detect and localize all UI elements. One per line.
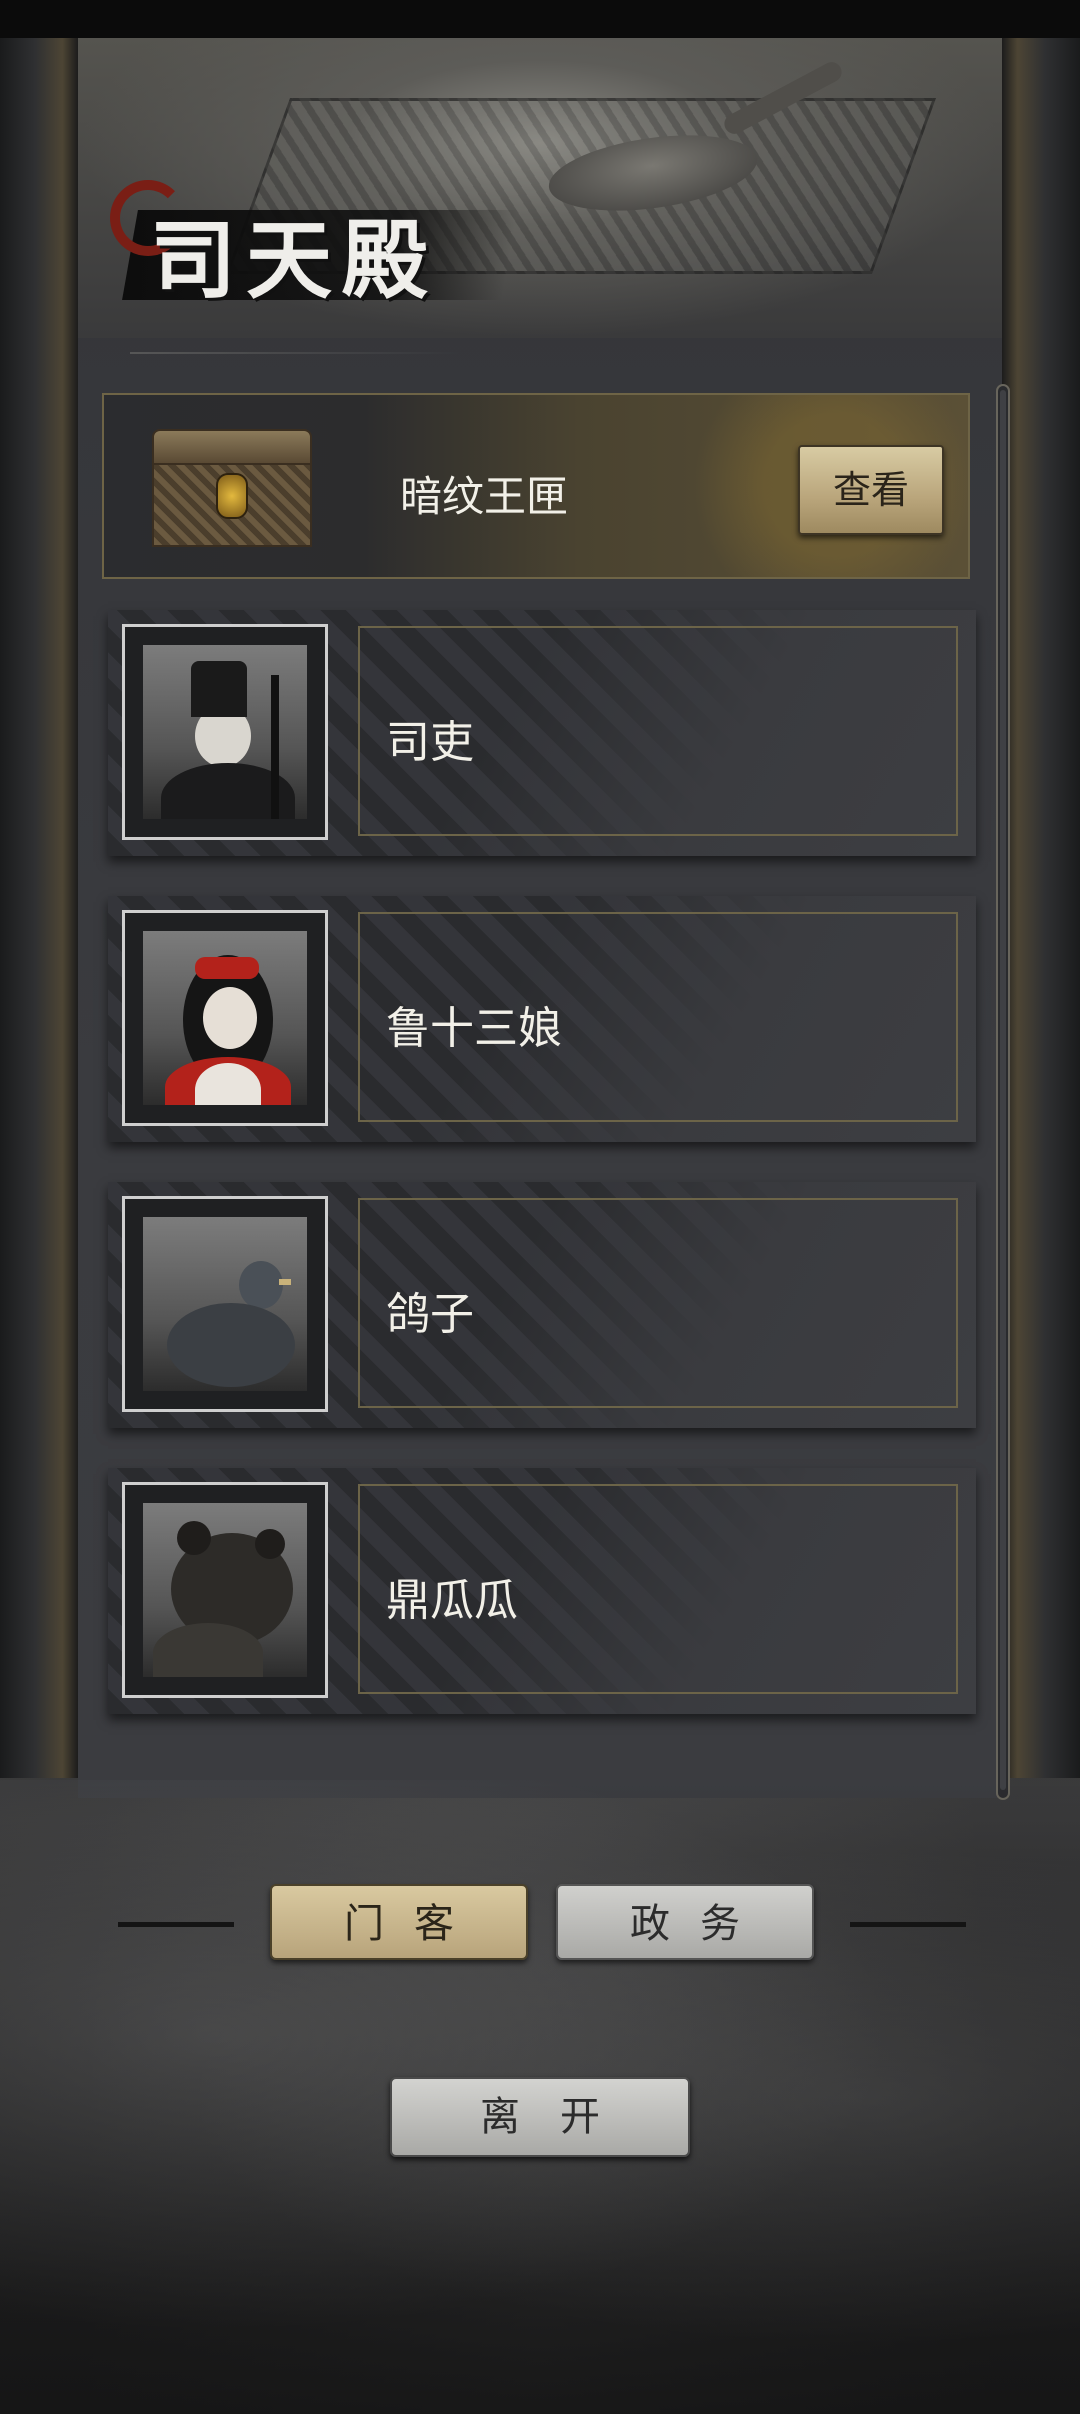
member-card[interactable]: 鸽子 bbox=[108, 1182, 976, 1428]
chest-lid bbox=[152, 429, 312, 465]
leave-button[interactable]: 离开 bbox=[390, 2077, 690, 2157]
member-card[interactable]: 鼎瓜瓜 bbox=[108, 1468, 976, 1714]
portrait-frame bbox=[122, 1196, 328, 1412]
view-button[interactable]: 查看 bbox=[798, 445, 944, 535]
page-title: 司天殿 bbox=[150, 210, 438, 311]
chest-lock-icon bbox=[216, 473, 248, 519]
tab-affairs[interactable]: 政务 bbox=[556, 1884, 814, 1960]
face bbox=[203, 987, 257, 1049]
status-bar bbox=[0, 0, 1080, 38]
pigeon-head bbox=[239, 1261, 283, 1309]
portrait-frame bbox=[122, 910, 328, 1126]
right-pillar bbox=[1002, 38, 1080, 1778]
pigeon-body bbox=[167, 1303, 295, 1387]
woman-red-bow-portrait bbox=[143, 931, 307, 1105]
pigeon-beak bbox=[279, 1279, 291, 1285]
member-name: 司吏 bbox=[386, 717, 474, 768]
member-card[interactable]: 鲁十三娘 bbox=[108, 896, 976, 1142]
title-divider bbox=[130, 352, 460, 354]
member-name: 鲁十三娘 bbox=[386, 1003, 562, 1054]
bear-ear-left bbox=[177, 1521, 211, 1555]
portrait-frame bbox=[122, 1482, 328, 1698]
red-bow bbox=[195, 957, 259, 979]
chest-row: 暗纹王匣 查看 bbox=[102, 393, 970, 579]
chest-icon bbox=[152, 429, 312, 547]
bear-body bbox=[153, 1623, 263, 1677]
tab-divider-left bbox=[118, 1922, 234, 1927]
chest-name: 暗纹王匣 bbox=[400, 472, 569, 521]
member-name: 鸽子 bbox=[386, 1289, 474, 1340]
official-portrait bbox=[143, 645, 307, 819]
bear-ear-right bbox=[255, 1529, 285, 1559]
left-pillar bbox=[0, 38, 78, 1778]
member-card[interactable]: 司吏 bbox=[108, 610, 976, 856]
scrollbar-thumb[interactable] bbox=[1000, 390, 1006, 1790]
sword bbox=[271, 675, 279, 819]
tab-retainers[interactable]: 门客 bbox=[270, 1884, 528, 1960]
title-banner: 司天殿 bbox=[110, 170, 530, 311]
tab-divider-right bbox=[850, 1922, 966, 1927]
official-hat bbox=[191, 661, 247, 717]
pigeon-portrait bbox=[143, 1217, 307, 1391]
bear-portrait bbox=[143, 1503, 307, 1677]
member-name: 鼎瓜瓜 bbox=[386, 1575, 518, 1626]
portrait-frame bbox=[122, 624, 328, 840]
